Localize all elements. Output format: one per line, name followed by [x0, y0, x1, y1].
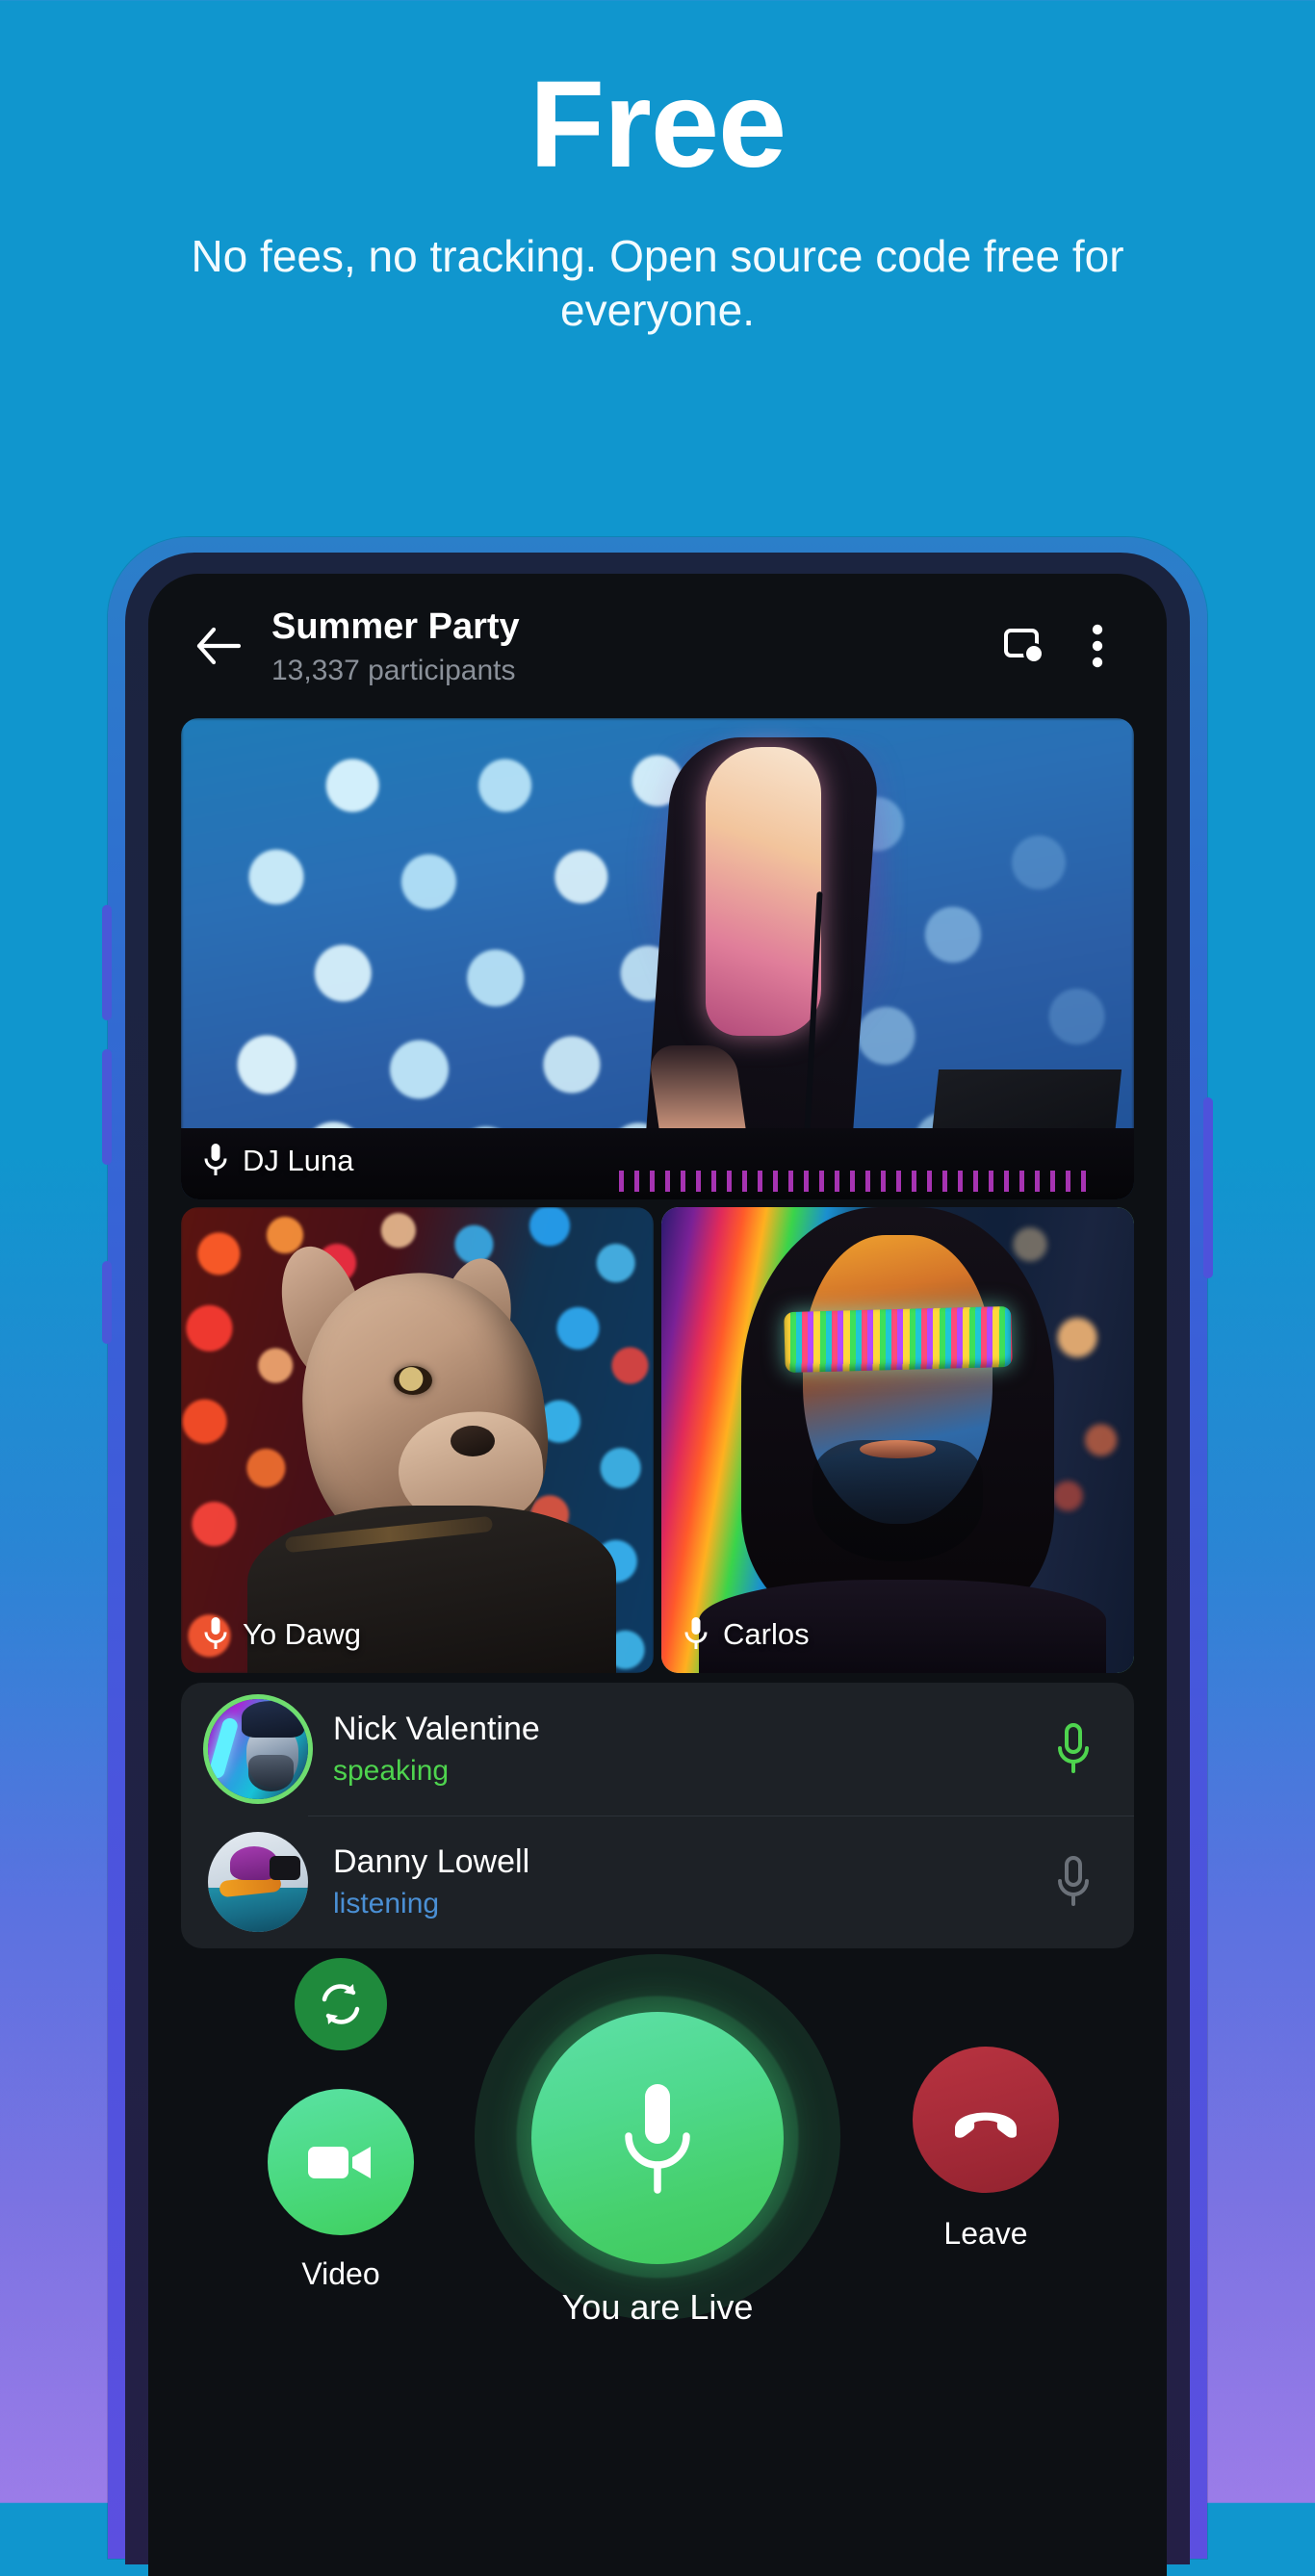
power-button[interactable]	[1203, 1097, 1213, 1278]
participant-name: Danny Lowell	[333, 1842, 530, 1880]
arrow-left-icon	[196, 626, 241, 666]
live-status-label: You are Live	[561, 2287, 754, 2327]
volume-down-button[interactable]	[102, 1049, 112, 1165]
microphone-icon	[202, 1615, 229, 1654]
screen-share-icon	[1002, 626, 1046, 666]
video-tile-label: DJ Luna	[202, 1142, 353, 1180]
avatar	[208, 1832, 308, 1932]
participant-status: speaking	[333, 1754, 450, 1787]
phone-screen: Summer Party 13,337 participants DJ Luna…	[148, 574, 1167, 2576]
participant-row[interactable]: Nick Valentine speaking	[181, 1683, 1134, 1816]
microphone-icon	[683, 1615, 709, 1654]
more-vertical-icon	[1091, 623, 1104, 669]
avatar-camera	[270, 1855, 300, 1880]
video-tile-carlos[interactable]: Carlos	[661, 1207, 1134, 1673]
video-grid: DJ Luna Yo Dawg Carlos	[148, 718, 1167, 1673]
microphone-button[interactable]	[531, 2012, 784, 2264]
video-tile-name: DJ Luna	[243, 1144, 354, 1177]
promo-header: Free No fees, no tracking. Open source c…	[0, 0, 1315, 337]
microphone-icon	[613, 2076, 702, 2200]
participant-name: Nick Valentine	[333, 1710, 540, 1747]
video-tile-dj-luna[interactable]: DJ Luna	[181, 718, 1134, 1199]
back-button[interactable]	[181, 608, 256, 683]
dj-hair	[705, 747, 821, 1036]
avatar	[208, 1699, 308, 1799]
flip-camera-icon	[315, 1978, 367, 2030]
video-tile-name: Carlos	[723, 1617, 810, 1651]
participant-list: Nick Valentine speaking Danny Lowell lis…	[181, 1683, 1134, 1948]
flip-camera-button[interactable]	[295, 1958, 387, 2050]
extra-side-button[interactable]	[102, 1261, 112, 1344]
call-header: Summer Party 13,337 participants	[148, 574, 1167, 718]
participant-status: listening	[333, 1887, 440, 1919]
video-tile-row: Yo Dawg Carlos	[181, 1207, 1134, 1673]
participant-count: 13,337 participants	[271, 655, 516, 687]
participant-mic-toggle[interactable]	[1040, 1848, 1107, 1916]
phone-frame: Summer Party 13,337 participants DJ Luna…	[108, 537, 1207, 2576]
video-toggle-label: Video	[301, 2256, 380, 2291]
carlos-visor-sunglasses	[783, 1306, 1013, 1374]
dog-eye	[393, 1365, 432, 1395]
participant-info: Danny Lowell listening	[333, 1842, 1040, 1921]
participant-row[interactable]: Danny Lowell listening	[181, 1816, 1134, 1948]
call-title: Summer Party	[271, 606, 520, 648]
microphone-icon	[202, 1142, 229, 1180]
participant-mic-toggle[interactable]	[1040, 1715, 1107, 1783]
participant-info: Nick Valentine speaking	[333, 1710, 1040, 1789]
avatar-beanie	[242, 1701, 304, 1738]
video-tile-yo-dawg[interactable]: Yo Dawg	[181, 1207, 654, 1673]
avatar-beard	[247, 1755, 295, 1791]
leave-call-label: Leave	[943, 2216, 1028, 2251]
phone-inner-bezel: Summer Party 13,337 participants DJ Luna…	[125, 553, 1190, 2576]
promo-title: Free	[529, 56, 786, 193]
hang-up-icon	[949, 2098, 1022, 2142]
more-options-button[interactable]	[1061, 609, 1134, 683]
call-controls: Video You are Live Leave	[148, 1948, 1167, 2391]
call-title-group: Summer Party 13,337 participants	[271, 606, 988, 688]
screen-share-button[interactable]	[988, 609, 1061, 683]
microphone-icon	[1053, 1721, 1094, 1777]
video-tile-name: Yo Dawg	[243, 1617, 361, 1651]
promo-subtitle: No fees, no tracking. Open source code f…	[191, 231, 1124, 336]
video-tile-label: Yo Dawg	[202, 1615, 361, 1654]
video-camera-icon	[305, 2137, 376, 2187]
microphone-icon	[1053, 1854, 1094, 1910]
volume-up-button[interactable]	[102, 905, 112, 1020]
leave-call-button[interactable]	[913, 2047, 1059, 2193]
video-toggle-button[interactable]	[268, 2089, 414, 2235]
video-tile-label: Carlos	[683, 1615, 810, 1654]
